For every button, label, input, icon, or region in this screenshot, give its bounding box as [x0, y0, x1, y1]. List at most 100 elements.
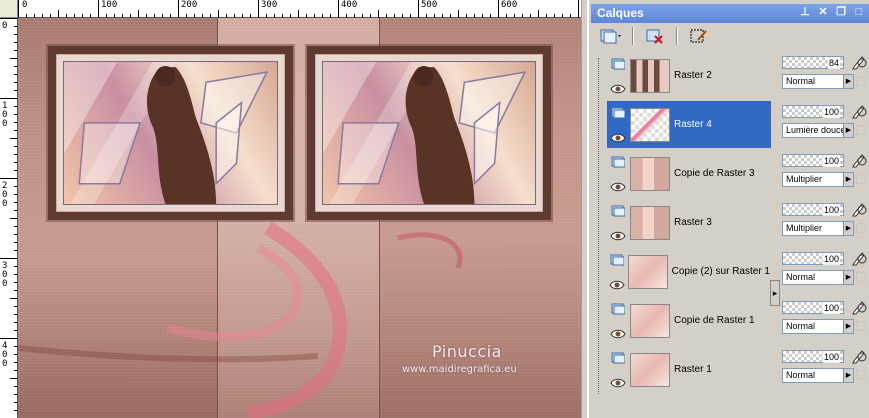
opacity-slider[interactable]: 100 [782, 252, 844, 265]
edit-pen-icon[interactable] [851, 250, 867, 266]
blend-mode-select[interactable]: Multiplier ▶ [782, 172, 854, 187]
layer-row[interactable]: Copie (2) sur Raster 1 [607, 248, 771, 295]
visibility-eye-icon[interactable] [610, 182, 626, 192]
layer-name: Raster 2 [674, 70, 712, 81]
dropdown-arrow-icon[interactable]: ▶ [843, 320, 853, 333]
opacity-value: 100 [822, 106, 840, 118]
pin-icon[interactable]: ⊥ [799, 6, 811, 18]
blend-mode-value: Normal [786, 370, 816, 380]
layer-type-icon[interactable] [611, 303, 625, 315]
ruler-label: 100 [101, 0, 118, 10]
layer-row[interactable]: Raster 1 [607, 346, 771, 393]
blend-mode-select[interactable]: Normal ▶ [782, 270, 854, 285]
figure-artwork [78, 66, 269, 204]
ruler-corner [0, 0, 18, 18]
layer-name: Raster 4 [674, 119, 712, 130]
layer-properties: 100 Normal ▶ [780, 297, 869, 344]
opacity-slider[interactable]: 100 [782, 301, 844, 314]
blend-mode-select[interactable]: Normal ▶ [782, 319, 854, 334]
visibility-eye-icon[interactable] [609, 280, 625, 290]
frame-picture [63, 61, 278, 205]
delete-layer-icon [646, 29, 663, 44]
layer-list: Raster 2 Raster 4 Copie de Raster 3 Raster … [591, 52, 775, 418]
opacity-slider[interactable]: 100 [782, 154, 844, 167]
dropdown-arrow-icon[interactable]: ▶ [843, 124, 853, 137]
close-icon[interactable]: ✕ [817, 6, 829, 18]
panel-title-buttons: ⊥ ✕ ❐ □ [799, 6, 865, 18]
blend-mode-value: Normal [786, 321, 816, 331]
new-layer-button[interactable] [597, 26, 625, 46]
blend-mode-value: Normal [786, 76, 816, 86]
layer-row[interactable]: Copie de Raster 3 [607, 150, 771, 197]
visibility-eye-icon[interactable] [610, 231, 626, 241]
splitter-arrow-icon[interactable]: ▸ [770, 280, 780, 306]
layer-row[interactable]: Raster 4 [607, 101, 771, 148]
opacity-slider[interactable]: 100 [782, 203, 844, 216]
layer-type-icon[interactable] [611, 352, 625, 364]
layer-type-icon[interactable] [611, 205, 625, 217]
frame-border [315, 54, 543, 212]
dropdown-arrow-icon[interactable]: ▶ [843, 369, 853, 382]
maximize-icon[interactable]: □ [853, 6, 865, 18]
layer-row[interactable]: Raster 2 [607, 52, 771, 99]
panel-title: Calques [597, 6, 644, 20]
layer-type-icon[interactable] [610, 254, 624, 266]
edit-pen-icon[interactable] [851, 201, 867, 217]
edit-pen-icon[interactable] [851, 152, 867, 168]
layer-properties: 100 Lumière douce ▶ [780, 101, 869, 148]
blend-mode-select[interactable]: Normal ▶ [782, 74, 854, 89]
lock-icon[interactable] [856, 370, 866, 380]
layer-thumbnail [630, 205, 670, 240]
layer-properties: 100 Normal ▶ [780, 248, 869, 295]
vertical-ruler: 0 1 0 0 2 0 0 3 0 0 4 0 0 [0, 18, 18, 418]
dropdown-arrow-icon[interactable]: ▶ [843, 222, 853, 235]
blend-mode-select[interactable]: Normal ▶ [782, 368, 854, 383]
lock-icon[interactable] [856, 321, 866, 331]
layer-type-icon[interactable] [611, 107, 625, 119]
edit-pen-icon[interactable] [851, 103, 867, 119]
layer-name: Copie de Raster 3 [674, 168, 755, 179]
lock-icon[interactable] [856, 223, 866, 233]
lock-icon[interactable] [856, 76, 866, 86]
dropdown-arrow-icon[interactable]: ▶ [843, 271, 853, 284]
panel-titlebar[interactable]: Calques ⊥ ✕ ❐ □ [591, 4, 869, 23]
lock-icon[interactable] [856, 174, 866, 184]
visibility-eye-icon[interactable] [610, 329, 626, 339]
layer-row[interactable]: Raster 3 [607, 199, 771, 246]
visibility-eye-icon[interactable] [610, 84, 626, 94]
opacity-slider[interactable]: 100 [782, 105, 844, 118]
edit-pen-icon[interactable] [851, 348, 867, 364]
image-frame-right [307, 46, 551, 220]
layer-icon-group [608, 350, 628, 390]
dropdown-arrow-icon[interactable]: ▶ [843, 75, 853, 88]
dropdown-arrow-icon[interactable]: ▶ [843, 173, 853, 186]
blend-mode-select[interactable]: Lumière douce ▶ [782, 123, 854, 138]
ruler-label: 400 [341, 0, 358, 10]
ruler-label: 300 [261, 0, 278, 10]
panel-splitter[interactable] [772, 0, 780, 418]
opacity-slider[interactable]: 84 [782, 56, 844, 69]
layer-thumbnail [630, 156, 670, 191]
new-layer-icon [600, 29, 621, 44]
layer-type-icon[interactable] [611, 58, 625, 70]
layers-panel: Calques ⊥ ✕ ❐ □ Raster 2 Raster 4 Copie … [587, 0, 869, 418]
blend-mode-select[interactable]: Multiplier ▶ [782, 221, 854, 236]
visibility-eye-icon[interactable] [610, 133, 626, 143]
layer-thumbnail [630, 58, 670, 93]
opacity-value: 100 [822, 155, 840, 167]
image-canvas[interactable]: Pinuccia www.maidiregrafica.eu [18, 18, 581, 418]
visibility-eye-icon[interactable] [610, 378, 626, 388]
layer-thumbnail [630, 107, 670, 142]
opacity-slider[interactable]: 100 [782, 350, 844, 363]
layer-row[interactable]: Copie de Raster 1 [607, 297, 771, 344]
mask-button[interactable] [685, 26, 713, 46]
delete-layer-button[interactable] [641, 26, 669, 46]
restore-icon[interactable]: ❐ [835, 6, 847, 18]
ruler-label: 4 0 0 [2, 341, 8, 369]
lock-icon[interactable] [856, 272, 866, 282]
edit-pen-icon[interactable] [851, 54, 867, 70]
layer-type-icon[interactable] [611, 156, 625, 168]
edit-pen-icon[interactable] [851, 299, 867, 315]
layer-name: Raster 3 [674, 217, 712, 228]
lock-icon[interactable] [856, 125, 866, 135]
